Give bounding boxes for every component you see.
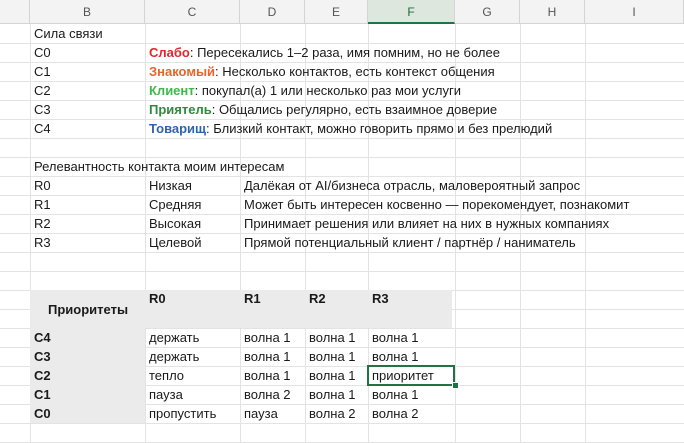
priority-cell[interactable]: волна 1 (372, 385, 419, 404)
relevance-code[interactable]: R0 (34, 176, 51, 195)
priority-cell[interactable]: держать (149, 328, 199, 347)
strength-code[interactable]: C3 (34, 100, 51, 119)
strength-desc: : Близкий контакт, можно говорить прямо … (206, 121, 553, 136)
priority-column-header[interactable]: R2 (309, 289, 326, 308)
priority-cell[interactable]: пропустить (149, 404, 216, 423)
priority-cell[interactable]: держать (149, 347, 199, 366)
priority-cell[interactable]: волна 2 (244, 385, 291, 404)
strength-code[interactable]: C0 (34, 43, 51, 62)
strength-description[interactable]: Клиент: покупал(а) 1 или несколько раз м… (149, 81, 461, 100)
priority-cell[interactable]: волна 1 (244, 347, 291, 366)
relevance-title[interactable]: Релевантность контакта моим интересам (34, 157, 284, 176)
column-header-e[interactable]: E (305, 0, 368, 24)
priority-cell[interactable]: пауза (244, 404, 278, 423)
strength-description[interactable]: Слабо: Пересекались 1–2 раза, имя помним… (149, 43, 500, 62)
relevance-description[interactable]: Принимает решения или влияет на них в ну… (244, 214, 609, 233)
strength-desc: : Пересекались 1–2 раза, имя помним, но … (189, 45, 500, 60)
strength-label: Приятель (149, 102, 212, 117)
priority-cell[interactable]: волна 1 (309, 366, 356, 385)
strength-label: Знакомый (149, 64, 216, 79)
strength-desc: : Несколько контактов, есть контекст общ… (215, 64, 495, 79)
priority-row-header[interactable]: C0 (34, 404, 51, 423)
relevance-level[interactable]: Низкая (149, 176, 192, 195)
priorities-title[interactable]: Приоритеты (48, 300, 128, 319)
column-header-i[interactable]: I (585, 0, 684, 24)
relevance-description[interactable]: Прямой потенциальный клиент / партнёр / … (244, 233, 576, 252)
column-header-f[interactable]: F (368, 0, 455, 24)
priority-column-header[interactable]: R1 (244, 289, 261, 308)
strength-description[interactable]: Товарищ: Близкий контакт, можно говорить… (149, 119, 552, 138)
priority-cell[interactable]: пауза (149, 385, 183, 404)
column-header-h[interactable]: H (520, 0, 585, 24)
strength-code[interactable]: C2 (34, 81, 51, 100)
relevance-code[interactable]: R3 (34, 233, 51, 252)
strength-description[interactable]: Знакомый: Несколько контактов, есть конт… (149, 62, 495, 81)
column-header-b[interactable]: B (30, 0, 145, 24)
priority-cell[interactable]: волна 1 (244, 328, 291, 347)
column-header-a[interactable] (0, 0, 30, 24)
column-header-c[interactable]: C (145, 0, 240, 24)
fill-handle[interactable] (452, 382, 459, 389)
priority-row-header[interactable]: C4 (34, 328, 51, 347)
column-header-g[interactable]: G (455, 0, 520, 24)
priority-column-header[interactable]: R3 (372, 289, 389, 308)
priority-row-header[interactable]: C3 (34, 347, 51, 366)
strength-desc: : Общались регулярно, есть взаимное дове… (211, 102, 498, 117)
priority-column-header[interactable]: R0 (149, 289, 166, 308)
strength-title[interactable]: Сила связи (34, 24, 103, 43)
relevance-description[interactable]: Может быть интересен косвенно — порекоме… (244, 195, 629, 214)
relevance-code[interactable]: R2 (34, 214, 51, 233)
priority-cell[interactable]: волна 1 (244, 366, 291, 385)
selected-cell-outline[interactable] (367, 365, 455, 386)
priority-row-header[interactable]: C2 (34, 366, 51, 385)
gridline-h (0, 252, 684, 253)
relevance-level[interactable]: Средняя (149, 195, 201, 214)
gridline-h (0, 271, 684, 272)
priority-cell[interactable]: тепло (149, 366, 184, 385)
priority-cell[interactable]: волна 1 (372, 328, 419, 347)
priority-cell[interactable]: волна 2 (372, 404, 419, 423)
gridline-h (0, 423, 684, 424)
priority-row-header[interactable]: C1 (34, 385, 51, 404)
relevance-code[interactable]: R1 (34, 195, 51, 214)
strength-label: Клиент (149, 83, 195, 98)
strength-label: Товарищ (149, 121, 207, 136)
priority-cell[interactable]: волна 1 (309, 328, 356, 347)
relevance-level[interactable]: Высокая (149, 214, 201, 233)
strength-desc: : покупал(а) 1 или несколько раз мои усл… (194, 83, 461, 98)
priority-cell[interactable]: волна 1 (309, 385, 356, 404)
strength-label: Слабо (149, 45, 190, 60)
priority-cell[interactable]: волна 2 (309, 404, 356, 423)
relevance-level[interactable]: Целевой (149, 233, 201, 252)
priority-cell[interactable]: волна 1 (309, 347, 356, 366)
priority-cell[interactable]: волна 1 (372, 347, 419, 366)
strength-description[interactable]: Приятель: Общались регулярно, есть взаим… (149, 100, 497, 119)
strength-code[interactable]: C1 (34, 62, 51, 81)
column-header-d[interactable]: D (240, 0, 305, 24)
relevance-description[interactable]: Далёкая от AI/бизнеса отрасль, маловероя… (244, 176, 580, 195)
strength-code[interactable]: C4 (34, 119, 51, 138)
spreadsheet: BCDEFGHIJ Сила связиC0Слабо: Пересекалис… (0, 0, 684, 443)
gridline-h (0, 138, 684, 139)
